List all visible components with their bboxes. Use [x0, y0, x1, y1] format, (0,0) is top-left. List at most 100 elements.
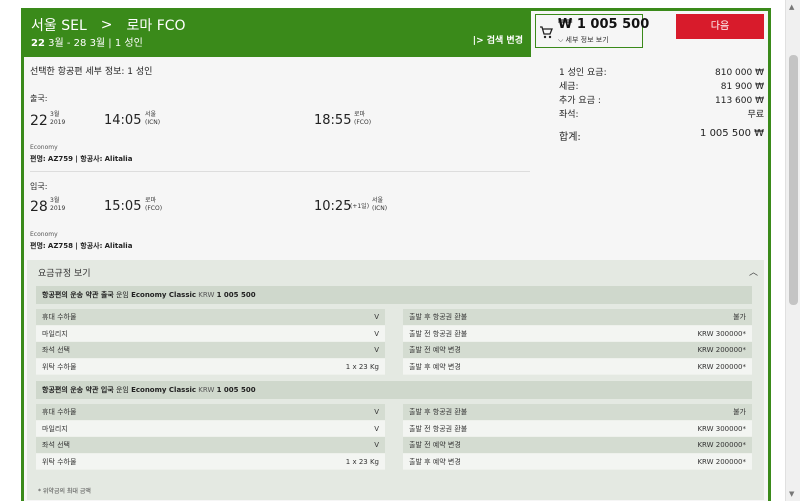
summary-label: 좌석:	[559, 110, 579, 120]
rule-value: 1 x 23 Kg	[345, 362, 379, 371]
rules-header-title: 항공편의 운송 약관 입국	[42, 386, 114, 394]
inbound-flight-label: 편명:	[30, 242, 46, 250]
rule-label: 위탁 수하물	[42, 457, 77, 466]
inbound-dep-airport: 로마 (FCO)	[145, 197, 162, 213]
chevron-up-icon[interactable]: ︿	[749, 265, 758, 278]
total-value: 1 005 500 ₩	[700, 128, 764, 139]
rule-value: V	[374, 441, 379, 449]
outbound-flight-info: 편명: AZ759 | 항공사: Alitalia	[30, 154, 132, 164]
summary-value: 113 600 ₩	[715, 96, 764, 106]
next-button[interactable]: 다음	[676, 14, 764, 39]
rule-label: 출발 후 예약 변경	[409, 362, 461, 371]
rule-label: 출발 전 항공권 환불	[409, 329, 468, 338]
rule-row: 출발 후 항공권 환불 불가	[403, 309, 752, 326]
summary-value: 81 900 ₩	[720, 82, 764, 92]
inbound-month: 3월	[50, 197, 60, 204]
rule-label: 휴대 수하물	[42, 313, 77, 321]
outbound-flight-label: 편명:	[30, 155, 46, 163]
rule-value: KRW 200000*	[697, 457, 746, 466]
rule-row: 출발 후 예약 변경 KRW 200000*	[403, 358, 752, 375]
rule-row: 마일리지 V	[36, 325, 385, 342]
inbound-rules-header: 항공편의 운송 약관 입국 운임 Economy Classic KRW 1 0…	[36, 381, 752, 399]
rule-label: 마일리지	[42, 329, 68, 338]
rule-row: 출발 전 항공권 환불 KRW 300000*	[403, 420, 752, 437]
inbound-airline: Alitalia	[104, 242, 133, 250]
outbound-arr-time: 18:55	[314, 113, 352, 128]
outbound-year: 2019	[50, 119, 66, 126]
outbound-arr-city: 로마	[354, 111, 366, 118]
rule-label: 출발 후 항공권 환불	[409, 313, 468, 321]
rule-label: 마일리지	[42, 424, 68, 433]
outbound-airline-label: | 항공사:	[75, 155, 103, 163]
scrollbar-thumb[interactable]	[789, 55, 798, 305]
rule-row: 출발 후 항공권 환불 불가	[403, 404, 752, 421]
rule-label: 출발 전 예약 변경	[409, 346, 461, 354]
inbound-rules-left: 휴대 수하물 V 마일리지 V 좌석 선택 V 위탁 수하물 1 x 23 Kg	[36, 404, 385, 470]
penalty-footnote: * 위약금의 최대 금액	[38, 488, 91, 495]
scroll-down-arrow-icon[interactable]: ▼	[789, 490, 794, 498]
rule-row: 위탁 수하물 1 x 23 Kg	[36, 453, 385, 470]
origin-city: 서울 SEL	[31, 18, 87, 34]
rules-header-amount: 1 005 500	[216, 386, 256, 394]
rule-value: V	[374, 313, 379, 321]
outbound-row: 22 3월 2019 14:05 서울 (ICN) 18:55 로마 (FCO)	[30, 111, 530, 135]
outbound-dep-code: (ICN)	[145, 119, 161, 126]
inbound-month-year: 3월 2019	[50, 197, 65, 213]
depart-day: 22	[31, 38, 45, 49]
inbound-day: 28	[30, 199, 48, 215]
rule-label: 출발 후 예약 변경	[409, 457, 461, 466]
rules-header-fare: 운임	[115, 291, 129, 299]
page-scrollbar[interactable]: ▲ ▼	[785, 0, 800, 501]
rule-value: 불가	[733, 313, 746, 321]
destination-city: 로마 FCO	[126, 18, 186, 34]
outbound-rules-left: 휴대 수하물 V 마일리지 V 좌석 선택 V 위탁 수하물 1 x 23 Kg	[36, 309, 385, 375]
summary-row: 추가 요금 : 113 600 ₩	[559, 94, 764, 108]
inbound-arr-code: (ICN)	[372, 205, 388, 212]
rule-value: 1 x 23 Kg	[345, 457, 379, 466]
inbound-flight-no: AZ758	[47, 242, 74, 250]
rules-header-class: Economy Classic	[131, 386, 197, 394]
outbound-arr-code: (FCO)	[354, 119, 372, 126]
fare-summary: 1 성인 요금: 810 000 ₩ 세금: 81 900 ₩ 추가 요금 : 113…	[559, 66, 764, 143]
outbound-arr-airport: 로마 (FCO)	[354, 111, 371, 127]
rule-value: V	[374, 346, 379, 354]
fare-rules-toggle[interactable]: 요금규정 보기	[38, 266, 91, 279]
rule-value: KRW 200000*	[697, 441, 746, 449]
rule-row: 출발 전 항공권 환불 KRW 300000*	[403, 325, 752, 342]
price-detail-toggle[interactable]: ⌵ 세부 정보 보기	[558, 35, 609, 45]
chevron-down-icon: ⌵	[558, 36, 564, 44]
rules-header-currency: KRW	[198, 291, 215, 299]
summary-label: 세금:	[559, 82, 579, 92]
inbound-year: 2019	[50, 205, 66, 212]
rules-header-class: Economy Classic	[131, 291, 197, 299]
rule-row: 마일리지 V	[36, 420, 385, 437]
rule-row: 좌석 선택 V	[36, 342, 385, 359]
rule-label: 출발 전 항공권 환불	[409, 424, 468, 433]
segment-divider	[30, 171, 530, 172]
outbound-day: 22	[30, 113, 48, 129]
rule-label: 출발 전 예약 변경	[409, 441, 461, 449]
inbound-arr-city: 서울	[372, 197, 384, 204]
summary-label: 1 성인 요금:	[559, 68, 607, 78]
outbound-label: 출국:	[30, 94, 48, 103]
rules-header-fare: 운임	[115, 386, 129, 394]
summary-value: 무료	[747, 110, 764, 120]
total-label: 합계:	[559, 132, 581, 143]
price-total: ₩ 1 005 500	[558, 17, 650, 32]
rule-row: 휴대 수하물 V	[36, 404, 385, 421]
price-detail-label: 세부 정보 보기	[565, 36, 609, 44]
price-summary-box[interactable]: ₩ 1 005 500 ⌵ 세부 정보 보기	[535, 14, 649, 48]
outbound-airline: Alitalia	[104, 155, 133, 163]
inbound-dep-city: 로마	[145, 197, 157, 204]
change-search-link[interactable]: |> 검색 변경	[473, 33, 523, 46]
inbound-arr-plus: (+1일)	[350, 203, 370, 210]
inbound-row: 28 3월 2019 15:05 로마 (FCO) 10:25 (+1일) 서울 (I…	[30, 197, 530, 221]
outbound-flight-no: AZ759	[47, 155, 74, 163]
booking-panel: 서울 SEL > 로마 FCO 22 3월 - 28 3월 | 1 성인 |> …	[21, 8, 771, 501]
scroll-up-arrow-icon[interactable]: ▲	[789, 3, 794, 11]
fare-rules-panel: 요금규정 보기 ︿ 항공편의 운송 약관 출국 운임 Economy Class…	[27, 260, 764, 500]
summary-row: 세금: 81 900 ₩	[559, 80, 764, 94]
rule-row: 휴대 수하물 V	[36, 309, 385, 326]
inbound-arr-time: 10:25	[314, 199, 352, 214]
date-range-mid: 3월 - 28	[48, 38, 87, 49]
